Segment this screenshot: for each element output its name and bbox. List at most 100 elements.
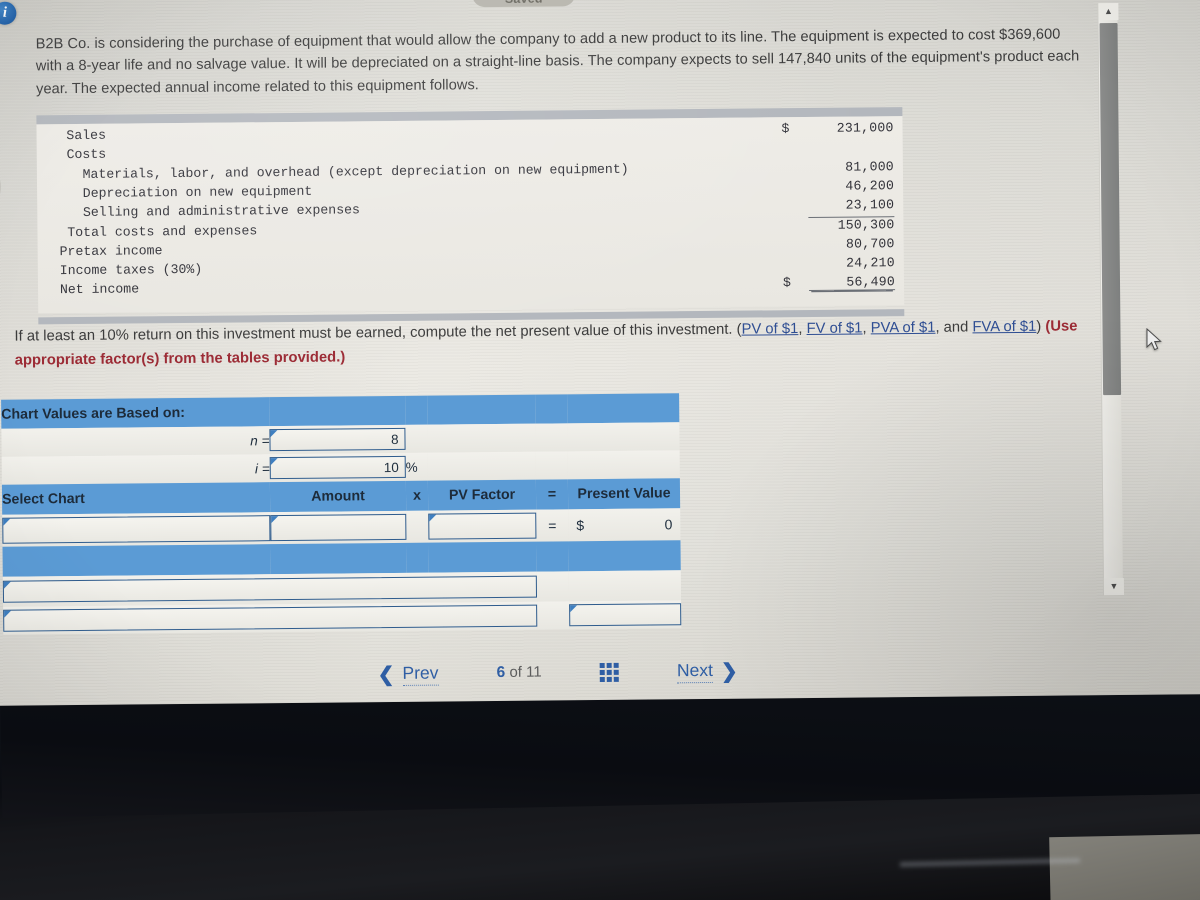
chart-value-cell-3 <box>569 600 682 630</box>
amount-cell-1 <box>270 510 407 545</box>
divider-cell-3 <box>406 542 429 573</box>
link-pv-of-1[interactable]: PV of $1 <box>741 321 798 338</box>
chart-label-input-2[interactable] <box>2 575 538 603</box>
chart-title-spacer-3 <box>427 394 536 425</box>
triangle-down-icon[interactable]: ▼ <box>1103 577 1125 596</box>
chart-title-spacer-1 <box>269 395 406 427</box>
pv-factor-header: PV Factor <box>427 479 537 511</box>
grid-dot <box>599 662 605 668</box>
page-edge-artifact <box>0 169 2 204</box>
counter-of: of <box>509 663 523 681</box>
prev-label: Prev <box>402 662 439 686</box>
laptop-screen-photo: i Saved B2B Co. is considering the purch… <box>0 0 1200 900</box>
chart-gap-cell-3 <box>537 601 570 630</box>
rate-spacer-1 <box>427 451 536 481</box>
counter-total: 11 <box>526 663 542 681</box>
chevron-left-icon: ❮ <box>377 663 395 686</box>
present-value-header: Present Value <box>567 478 681 510</box>
periods-input[interactable]: 8 <box>269 427 406 452</box>
chart-title-spacer-2 <box>405 395 428 425</box>
grid-dot <box>606 669 612 675</box>
triangle-up-icon[interactable]: ▲ <box>1098 3 1119 21</box>
info-circle-icon[interactable]: i <box>0 1 17 25</box>
income-statement-row-amount: 150,300 <box>808 216 895 234</box>
grid-menu-icon[interactable] <box>599 662 619 682</box>
grid-dot <box>599 676 605 682</box>
income-statement-row-amount: 23,100 <box>845 197 895 213</box>
rate-spacer-2 <box>535 451 568 480</box>
times-header: x <box>405 480 429 511</box>
chart-gap-cell-2 <box>536 571 570 602</box>
question-text: If at least an 10% return on this invest… <box>14 315 1109 373</box>
income-statement-row-amount: 56,490 <box>808 274 896 292</box>
question-counter: 6 of 11 <box>497 664 542 682</box>
chart-values-form: Chart Values are Based on: n = 8 i = 10 … <box>1 393 682 635</box>
vertical-scrollbar[interactable]: ▲ ▼ <box>1097 3 1125 596</box>
periods-label: n = <box>1 426 270 457</box>
equals-cell-1: = <box>536 509 569 542</box>
link-fv-of-1[interactable]: FV of $1 <box>806 320 862 337</box>
question-sep-1: , <box>798 321 807 338</box>
keyboard-edge <box>1049 832 1200 900</box>
income-statement-row-currency: $ <box>782 275 792 291</box>
question-close-paren: ) <box>1036 318 1046 335</box>
select-chart-header: Select Chart <box>1 482 271 515</box>
rate-spacer-3 <box>567 450 680 480</box>
periods-spacer-3 <box>567 422 680 452</box>
next-button[interactable]: Next ❯ <box>676 658 738 684</box>
rate-input[interactable]: 10 <box>269 455 406 480</box>
times-cell-1 <box>406 510 429 543</box>
chart-select-cell-1 <box>2 512 271 547</box>
assignment-page: i Saved B2B Co. is considering the purch… <box>0 0 1200 706</box>
link-pva-of-1[interactable]: PVA of $1 <box>871 320 936 337</box>
chart-label-input-3[interactable] <box>3 604 538 632</box>
grid-dot <box>606 662 612 668</box>
divider-cell-1 <box>2 544 271 577</box>
scrollbar-thumb[interactable] <box>1099 23 1122 396</box>
link-fva-of-1[interactable]: FVA of $1 <box>972 319 1036 336</box>
chart-title-spacer-5 <box>567 393 680 424</box>
divider-cell-2 <box>270 542 407 575</box>
income-statement-row-amount: 80,700 <box>845 235 895 252</box>
equals-header: = <box>535 479 569 510</box>
periods-unit-cell <box>405 424 428 453</box>
chart-title-spacer-4 <box>535 394 568 424</box>
status-badge: Saved <box>472 0 576 8</box>
chart-entry-row-3 <box>3 600 682 635</box>
chart-title-cell: Chart Values are Based on: <box>1 397 270 429</box>
rate-input-cell: 10 <box>269 452 406 483</box>
amount-header: Amount <box>269 480 407 513</box>
income-statement-row-currency: $ <box>781 121 790 137</box>
present-value-output-1: 0 <box>664 516 673 533</box>
question-sep-3: , and <box>935 319 973 336</box>
screen-surface: i Saved B2B Co. is considering the purch… <box>0 0 1200 706</box>
question-lead: If at least an 10% return on this invest… <box>14 321 742 345</box>
present-value-cell-1: $ 0 <box>568 508 681 542</box>
periods-spacer-1 <box>427 423 536 453</box>
prev-button[interactable]: ❮ Prev <box>378 661 439 687</box>
income-statement-row-amount: 81,000 <box>845 158 894 175</box>
divider-cell-5 <box>536 541 569 572</box>
present-value-currency-1: $ <box>576 517 585 534</box>
counter-current: 6 <box>496 663 506 682</box>
grid-dot <box>599 669 605 675</box>
grid-dot <box>606 676 612 682</box>
income-statement-row-amount: 231,000 <box>836 120 894 136</box>
amount-input-1[interactable] <box>270 513 407 542</box>
chevron-right-icon: ❯ <box>720 660 738 683</box>
income-statement-row-label: Sales <box>50 127 107 144</box>
percent-symbol: % <box>405 452 428 481</box>
periods-input-cell: 8 <box>269 424 406 455</box>
income-statement-row-amount <box>808 150 894 151</box>
pv-factor-input-1[interactable] <box>428 512 537 540</box>
grid-dot <box>613 669 619 675</box>
next-label: Next <box>676 659 714 683</box>
chart-label-cell-3 <box>3 601 538 635</box>
footer-navigation: ❮ Prev 6 of 11 Next ❯ <box>378 653 738 692</box>
chart-select-dropdown-1[interactable] <box>2 515 271 544</box>
income-statement-row-amount: 24,210 <box>846 255 895 271</box>
chart-value-cell-2 <box>568 570 682 602</box>
grid-dot <box>613 662 619 668</box>
pv-factor-cell-1 <box>428 509 537 543</box>
chart-value-input-3[interactable] <box>569 603 682 627</box>
